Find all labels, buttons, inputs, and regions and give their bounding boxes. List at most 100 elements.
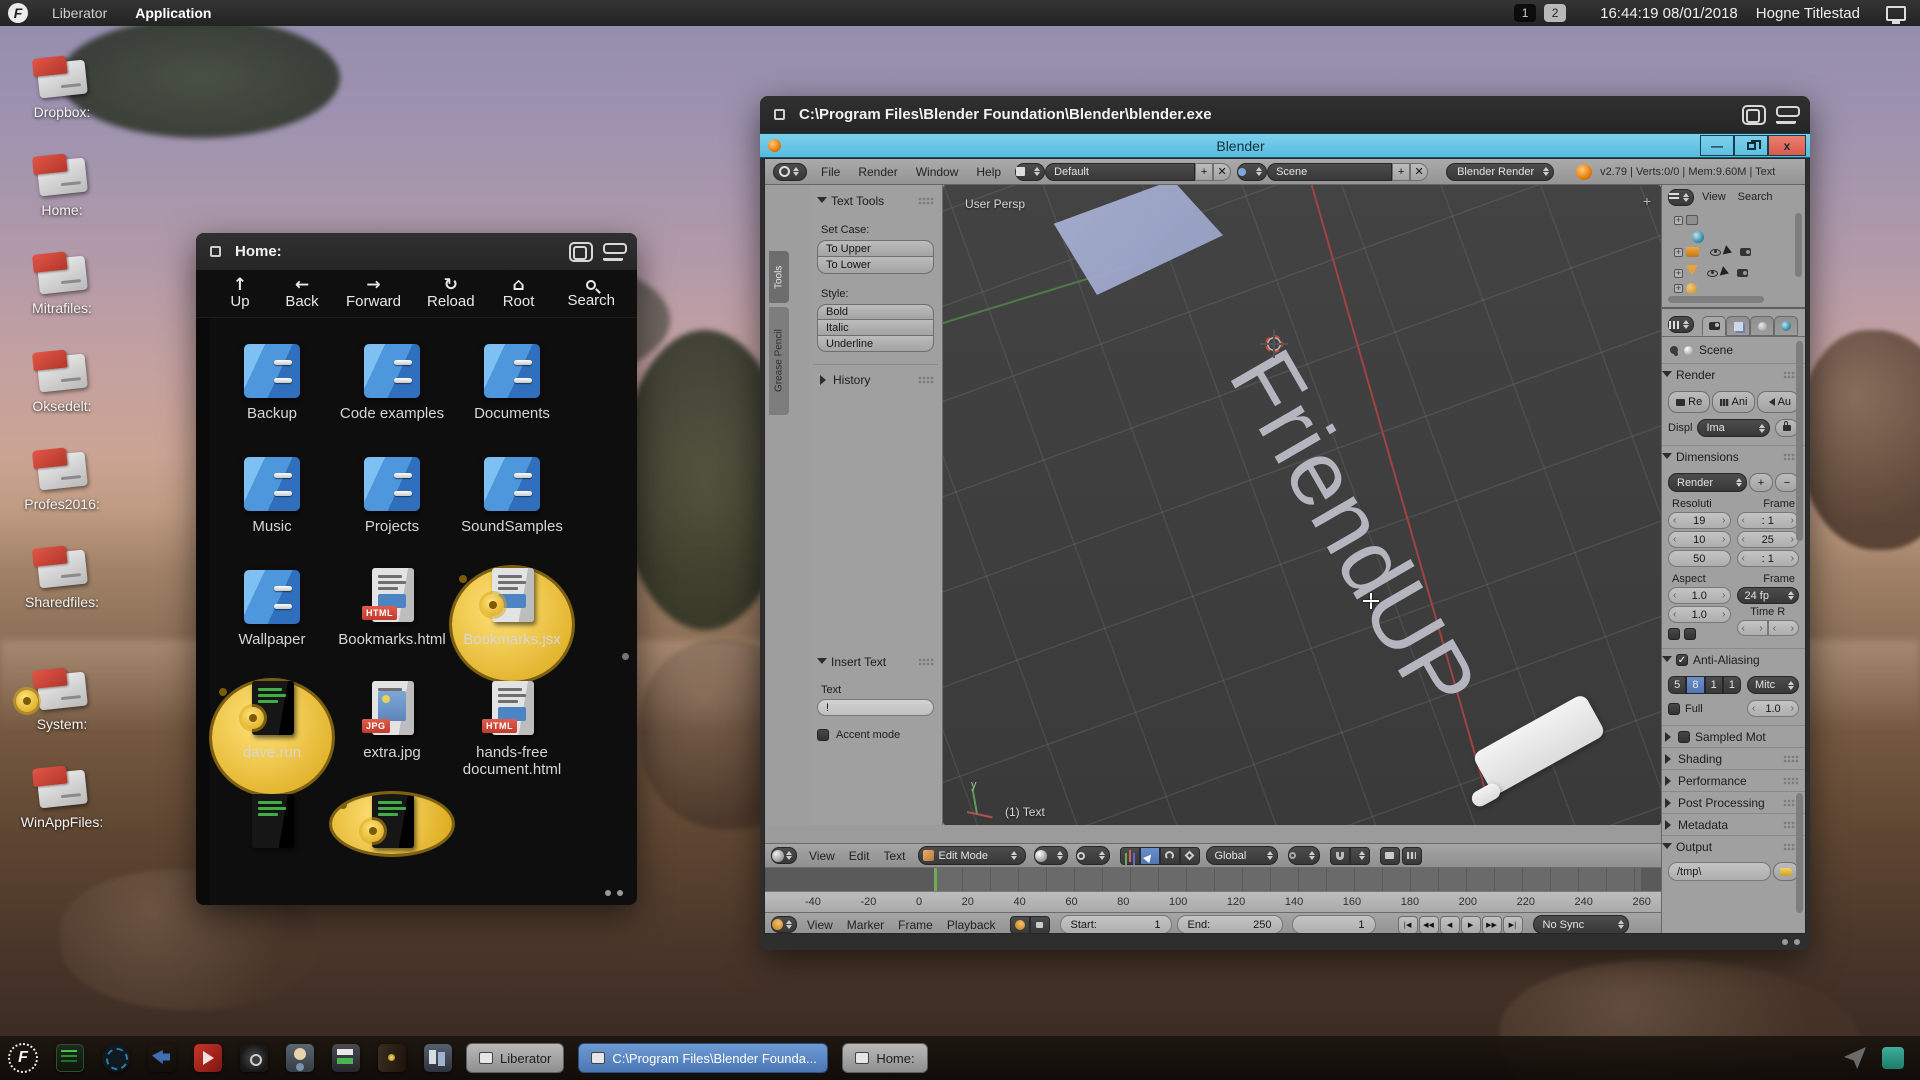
start-frame-field[interactable]: Start:1 — [1060, 915, 1172, 934]
scene-dot-icon[interactable] — [1237, 163, 1267, 181]
tab-scene-icon[interactable] — [1750, 316, 1774, 336]
desktop-icon[interactable]: Oksedelt: — [14, 350, 110, 414]
editor-type-3dview-icon[interactable] — [771, 847, 797, 864]
outliner-row-lamp[interactable]: + — [1674, 265, 1748, 281]
mode-select[interactable]: Edit Mode — [918, 846, 1026, 865]
task-button[interactable]: Liberator — [466, 1043, 564, 1073]
taskbar-app-icon[interactable] — [56, 1044, 84, 1072]
menu-text[interactable]: Text — [883, 849, 905, 863]
manipulator-rotate-icon[interactable] — [1160, 847, 1180, 865]
viewport-3d[interactable]: User Persp + FriendUP y (1) Text — [943, 185, 1661, 825]
manipulator-axes-icon[interactable] — [1120, 847, 1140, 865]
end-frame-field[interactable]: End:250 — [1177, 915, 1283, 934]
taskbar-app-icon[interactable] — [148, 1044, 176, 1072]
aspect-y-field[interactable]: 1.0 — [1668, 606, 1731, 623]
window-restore-icon[interactable] — [1742, 105, 1766, 125]
file-item[interactable]: Backup — [212, 342, 332, 455]
resolution-percent-slider[interactable]: 50 — [1668, 550, 1731, 567]
minimize-button[interactable]: — — [1700, 135, 1734, 156]
workspace-1-badge[interactable]: 1 — [1514, 4, 1536, 22]
aa-samples-5[interactable]: 5 — [1668, 676, 1686, 694]
add-scene-button[interactable]: + — [1392, 163, 1410, 181]
tab-tools[interactable]: Tools — [769, 251, 789, 303]
tab-render-layers-icon[interactable] — [1726, 316, 1750, 336]
aa-samples-11[interactable]: 1 — [1705, 676, 1723, 694]
desktop-icon[interactable]: Home: — [14, 154, 110, 218]
to-lower-button[interactable]: To Lower — [817, 257, 934, 274]
menu-view[interactable]: View — [807, 918, 833, 932]
menu-view[interactable]: View — [1702, 191, 1726, 203]
display-icon[interactable] — [1886, 6, 1906, 21]
underline-button[interactable]: Underline — [817, 336, 934, 352]
toolbar-button[interactable]: ← Back — [284, 277, 320, 310]
insert-text-input[interactable]: ! — [817, 699, 934, 716]
desktop-icon[interactable]: Mitrafiles: — [14, 252, 110, 316]
tab-render-icon[interactable] — [1702, 316, 1726, 336]
scroll-indicator[interactable] — [622, 653, 629, 660]
outliner-row-text[interactable]: + — [1674, 283, 1697, 294]
snap-magnet-icon[interactable] — [1330, 847, 1350, 865]
outliner-row-world[interactable] — [1692, 231, 1704, 243]
file-item[interactable]: HTML hands-free document.html — [452, 681, 572, 794]
window-minimize-icon[interactable] — [1776, 105, 1800, 125]
playback-button[interactable]: |◀ — [1398, 916, 1418, 934]
filter-size-field[interactable]: 1.0 — [1747, 700, 1799, 717]
menu-liberator[interactable]: Liberator — [38, 0, 121, 26]
frame-step-field[interactable]: : 1 — [1737, 550, 1800, 567]
italic-button[interactable]: Italic — [817, 320, 934, 336]
current-frame-field[interactable]: 1 — [1292, 915, 1376, 934]
aa-samples-16[interactable]: 1 — [1723, 676, 1741, 694]
layers-widget[interactable] — [1288, 846, 1320, 865]
antialiasing-checkbox[interactable]: ✓ — [1676, 654, 1688, 666]
menu-render[interactable]: Render — [858, 165, 897, 179]
render-preset-select[interactable]: Render — [1668, 473, 1747, 492]
file-item[interactable]: JPG extra.jpg — [332, 681, 452, 794]
close-scene-button[interactable]: ✕ — [1410, 163, 1428, 181]
playback-button[interactable]: ◀ — [1440, 916, 1460, 934]
taskbar-app-icon[interactable] — [378, 1044, 406, 1072]
toolbar-button[interactable]: Search — [567, 278, 615, 309]
window-minimize-icon[interactable] — [603, 242, 627, 262]
sync-select[interactable]: No Sync — [1533, 915, 1629, 934]
file-item[interactable]: Music — [212, 455, 332, 568]
time-toggle-icon[interactable] — [1010, 916, 1030, 934]
timeline-playhead[interactable] — [934, 868, 937, 891]
playback-button[interactable]: ◀◀ — [1419, 916, 1439, 934]
render-section-header[interactable]: Render — [1662, 363, 1805, 385]
resolution-y-field[interactable]: 10 — [1668, 531, 1731, 548]
menu-search[interactable]: Search — [1738, 191, 1773, 203]
friend-logo-icon[interactable]: F — [8, 3, 28, 23]
menu-file[interactable]: File — [821, 165, 840, 179]
file-manager-titlebar[interactable]: Home: — [196, 233, 637, 270]
shading-select[interactable] — [1034, 846, 1068, 865]
render-opengl-icon[interactable] — [1380, 847, 1400, 865]
orientation-select[interactable]: Global — [1206, 846, 1278, 865]
friend-taskbar-logo[interactable]: F — [8, 1043, 38, 1073]
task-button[interactable]: C:\Program Files\Blender Founda... — [578, 1043, 828, 1073]
workspace-2-badge[interactable]: 2 — [1544, 4, 1566, 22]
text-tools-header[interactable]: Text Tools — [817, 193, 934, 208]
editor-type-properties-icon[interactable] — [1668, 316, 1694, 333]
menu-frame[interactable]: Frame — [898, 918, 933, 932]
render-animation-icon[interactable] — [1402, 847, 1422, 865]
taskbar-app-icon[interactable] — [332, 1044, 360, 1072]
aa-samples-8[interactable]: 8 — [1686, 676, 1704, 694]
close-button[interactable]: x — [1768, 135, 1806, 156]
timeline-track[interactable] — [765, 868, 1661, 891]
menu-view[interactable]: View — [809, 849, 835, 863]
render-engine-select[interactable]: Blender Render — [1446, 163, 1554, 181]
file-item[interactable] — [332, 794, 452, 854]
blender-titlebar[interactable]: C:\Program Files\Blender Foundation\Blen… — [760, 96, 1810, 133]
editor-type-info-icon[interactable] — [773, 163, 807, 181]
file-item[interactable]: Bookmarks.jsx — [452, 568, 572, 681]
resolution-x-field[interactable]: 19 — [1668, 512, 1731, 529]
share-tray-icon[interactable] — [1844, 1047, 1866, 1069]
toolbar-button[interactable]: ↻ Reload — [427, 277, 475, 310]
lock-icon[interactable] — [1030, 916, 1050, 934]
desktop-icon[interactable]: WinAppFiles: — [14, 766, 110, 830]
window-restore-icon[interactable] — [569, 242, 593, 262]
to-upper-button[interactable]: To Upper — [817, 240, 934, 257]
add-preset-button[interactable]: + — [1749, 473, 1773, 492]
manipulator-translate-icon[interactable] — [1140, 847, 1160, 865]
maximize-button[interactable] — [1734, 135, 1768, 156]
